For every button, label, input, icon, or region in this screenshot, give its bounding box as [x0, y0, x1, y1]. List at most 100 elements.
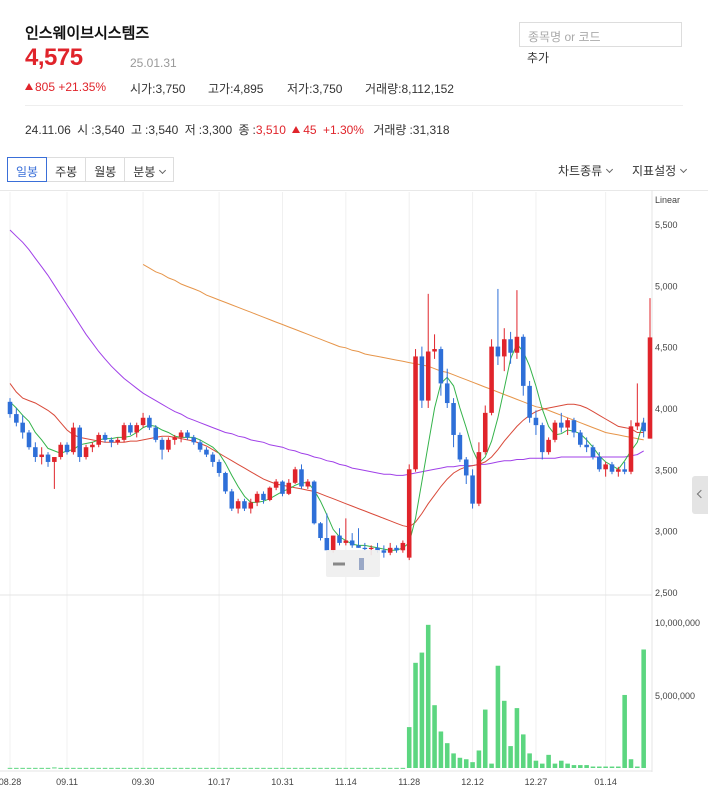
price-chart[interactable]: Linear 2,500 3,000 3,500 4,000 4,500 5,000 5,50…: [0, 0, 708, 799]
candle-body: [508, 339, 513, 353]
volume-bar: [299, 767, 304, 769]
candle-body: [14, 414, 19, 423]
volume-bar: [482, 709, 488, 768]
candle-body: [159, 439, 165, 450]
volume-bar: [324, 767, 330, 769]
volume-bar: [470, 762, 475, 768]
volume-bar: [375, 767, 380, 769]
candle-body: [128, 425, 133, 433]
candle-body: [204, 449, 209, 455]
volume-bar: [527, 753, 532, 768]
candle-body: [39, 454, 44, 458]
candle-body: [337, 535, 342, 543]
volume-bar: [14, 767, 19, 769]
candle-body: [381, 550, 387, 553]
price-tick-label: 5,000: [655, 281, 678, 291]
volume-bar: [622, 694, 627, 768]
volume-bar: [406, 727, 412, 768]
candle-body: [273, 481, 279, 488]
volume-bar: [254, 767, 260, 769]
candle-body: [71, 427, 76, 453]
volume-bar: [273, 767, 279, 769]
date-tick-label: 01.14: [594, 777, 617, 787]
candle-body: [578, 432, 583, 445]
candle-body: [254, 493, 260, 503]
candle-body: [635, 422, 640, 427]
volume-bar: [635, 766, 640, 768]
scale-label: Linear: [655, 195, 680, 205]
candle-body: [83, 447, 89, 458]
volume-bar: [147, 767, 152, 769]
volume-bar: [349, 767, 355, 769]
candle-body: [121, 425, 127, 440]
date-tick-label: 08.28: [0, 777, 21, 787]
candle-body: [501, 339, 507, 357]
volume-bar: [71, 767, 76, 769]
price-tick-label: 3,000: [655, 527, 678, 537]
price-tick-label: 4,500: [655, 343, 678, 353]
candle-body: [235, 501, 241, 509]
volume-bar: [533, 760, 539, 768]
candle-body: [647, 337, 653, 439]
price-tick-label: 5,500: [655, 220, 678, 230]
volume-bar: [166, 767, 171, 769]
candle-body: [546, 439, 551, 453]
candle-body: [286, 482, 292, 494]
candle-body: [147, 417, 152, 428]
candle-body: [368, 547, 374, 550]
volume-bar: [425, 624, 431, 768]
candle-body: [451, 403, 456, 435]
candle-body: [140, 417, 146, 426]
candle-body: [134, 425, 140, 433]
candle-body: [343, 540, 349, 543]
side-panel-toggle[interactable]: [692, 476, 708, 514]
volume-bar: [223, 767, 228, 769]
volume-bar: [172, 767, 178, 769]
volume-bar: [520, 734, 526, 768]
volume-bar: [603, 766, 608, 768]
price-tick-label: 4,000: [655, 404, 678, 414]
candle-body: [622, 469, 627, 472]
candle-body: [362, 547, 368, 550]
volume-bar: [444, 743, 450, 768]
candle-body: [609, 464, 615, 472]
volume-bar: [178, 767, 184, 769]
candle-body: [248, 502, 254, 509]
candle-body: [26, 432, 32, 448]
volume-bar: [489, 763, 494, 768]
candle-body: [229, 491, 235, 509]
candle-body: [552, 422, 558, 440]
volume-bar: [584, 765, 589, 768]
candle-body: [330, 535, 336, 551]
candle-glyph-icon: [359, 558, 364, 570]
candle-body: [305, 481, 311, 487]
volume-bar: [641, 649, 646, 768]
candle-body: [20, 422, 25, 433]
candle-body: [571, 420, 577, 433]
candle-body: [261, 493, 266, 500]
candle-body: [432, 349, 437, 352]
volume-bar: [140, 767, 146, 769]
volume-bar: [96, 767, 101, 769]
candle-body: [628, 426, 634, 472]
candle-body: [590, 447, 596, 458]
candle-body: [520, 336, 526, 386]
volume-bar: [571, 765, 577, 768]
volume-bar: [609, 766, 615, 768]
volume-tick-label: 10,000,000: [655, 618, 700, 628]
volume-bar: [292, 767, 298, 769]
volume-bar: [305, 767, 311, 769]
candle-body: [216, 461, 222, 473]
candle-body: [96, 434, 101, 445]
volume-bar: [463, 759, 469, 768]
volume-bar: [394, 767, 399, 769]
volume-bar: [362, 767, 368, 769]
candle-body: [489, 346, 494, 413]
candle-body: [387, 547, 393, 553]
volume-bar: [267, 767, 273, 769]
volume-bar: [153, 767, 159, 769]
candle-body: [527, 385, 532, 418]
candle-body: [197, 442, 203, 450]
candle-body: [482, 412, 488, 453]
volume-bar: [39, 767, 44, 769]
